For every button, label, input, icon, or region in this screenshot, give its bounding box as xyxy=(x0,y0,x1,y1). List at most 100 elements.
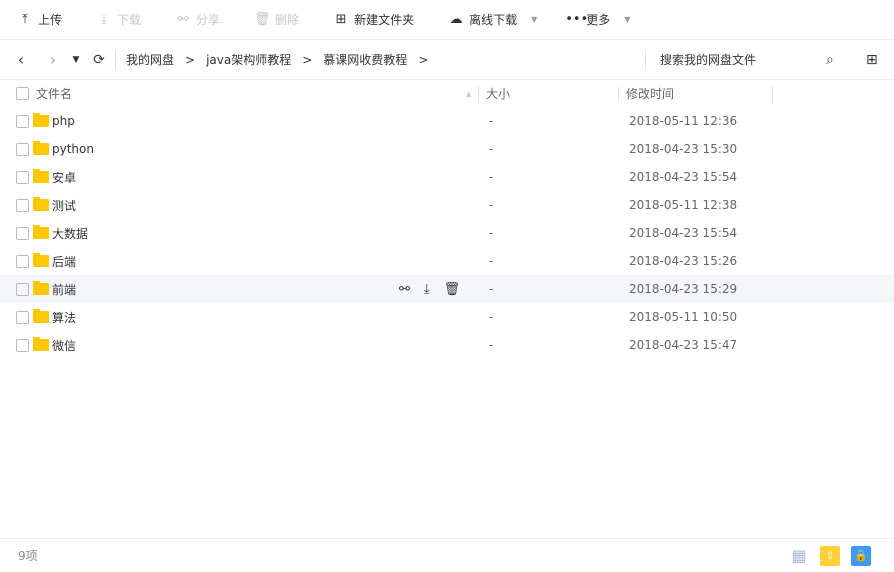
column-divider xyxy=(772,85,773,102)
table-row[interactable]: 算法 - 2018-05-11 10:50 xyxy=(0,303,894,331)
row-checkbox[interactable] xyxy=(16,198,29,212)
download-icon: ⤓ xyxy=(101,12,107,27)
file-size: - xyxy=(489,170,494,184)
file-time: 2018-05-11 10:50 xyxy=(629,310,738,324)
trash-icon[interactable]: 🗑 xyxy=(444,282,461,297)
breadcrumb-item[interactable]: 慕课网收费教程 xyxy=(323,51,407,68)
file-size: - xyxy=(489,254,494,268)
row-checkbox[interactable] xyxy=(16,142,29,156)
upload-folder-icon[interactable]: ⇧ xyxy=(820,546,840,566)
column-time[interactable]: 修改时间 xyxy=(626,85,674,102)
file-time: 2018-04-23 15:29 xyxy=(629,282,738,296)
column-size[interactable]: 大小 xyxy=(486,85,510,102)
folder-icon xyxy=(33,281,49,295)
table-row[interactable]: 后端 - 2018-04-23 15:26 xyxy=(0,247,894,275)
file-size: - xyxy=(489,142,494,156)
table-row[interactable]: php - 2018-05-11 12:36 xyxy=(0,107,894,135)
share-button[interactable]: ⚯ 分享 xyxy=(175,11,220,28)
file-name[interactable]: python xyxy=(52,142,94,156)
table-row[interactable]: 大数据 - 2018-04-23 15:54 xyxy=(0,219,894,247)
breadcrumb-item[interactable]: 我的网盘 xyxy=(126,51,174,68)
file-size: - xyxy=(489,114,494,128)
row-checkbox[interactable] xyxy=(16,282,29,296)
search-icon[interactable]: ⌕ xyxy=(826,52,834,68)
share-icon[interactable]: ⚯ xyxy=(399,282,410,297)
download-icon[interactable]: ⤓ xyxy=(424,282,430,297)
file-time: 2018-04-23 15:54 xyxy=(629,170,738,184)
sort-icon[interactable]: ▲ xyxy=(466,90,471,98)
new-folder-label: 新建文件夹 xyxy=(354,13,415,27)
refresh-icon[interactable]: ⟳ xyxy=(83,52,115,68)
file-size: - xyxy=(489,338,494,352)
file-name[interactable]: 测试 xyxy=(52,197,76,214)
file-name[interactable]: php xyxy=(52,114,75,128)
table-row[interactable]: 安卓 - 2018-04-23 15:54 xyxy=(0,163,894,191)
row-checkbox[interactable] xyxy=(16,254,29,268)
column-divider xyxy=(478,85,479,102)
file-size: - xyxy=(489,226,494,240)
navigation-bar: ‹ › ▼ ⟳ 我的网盘 > java架构师教程 > 慕课网收费教程 > 搜索我的网盘… xyxy=(0,40,894,80)
breadcrumb: 我的网盘 > java架构师教程 > 慕课网收费教程 > xyxy=(115,50,439,69)
forward-icon[interactable]: › xyxy=(37,50,69,69)
lock-icon[interactable]: 🔒 xyxy=(851,546,871,566)
upload-icon: ⤒ xyxy=(22,12,28,27)
file-time: 2018-04-23 15:54 xyxy=(629,226,738,240)
select-all-checkbox[interactable] xyxy=(16,87,29,100)
folder-icon xyxy=(33,225,49,239)
download-label: 下载 xyxy=(117,13,142,27)
file-name[interactable]: 前端 xyxy=(52,281,76,298)
upload-button[interactable]: ⤒ 上传 xyxy=(17,11,62,28)
file-list: php - 2018-05-11 12:36 python - 2018-04-… xyxy=(0,107,894,359)
back-icon[interactable]: ‹ xyxy=(5,50,37,69)
trash-icon: 🗑 xyxy=(254,12,271,27)
breadcrumb-separator: > xyxy=(302,52,313,67)
file-size: - xyxy=(489,310,494,324)
delete-label: 删除 xyxy=(275,13,300,27)
table-row[interactable]: 前端 ⚯ ⤓ 🗑 - 2018-04-23 15:29 xyxy=(0,275,894,303)
table-row[interactable]: 微信 - 2018-04-23 15:47 xyxy=(0,331,894,359)
row-checkbox[interactable] xyxy=(16,310,29,324)
new-folder-button[interactable]: ⊞ 新建文件夹 xyxy=(333,11,414,28)
history-dropdown-icon[interactable]: ▼ xyxy=(69,55,83,65)
toolbar: ⤒ 上传 ⤓ 下载 ⚯ 分享 🗑 删除 ⊞ 新建文件夹 ☁ 离线下载 ▼ ••• 更多 ▼ xyxy=(0,0,894,40)
folder-icon xyxy=(33,197,49,211)
file-time: 2018-04-23 15:26 xyxy=(629,254,738,268)
file-name[interactable]: 微信 xyxy=(52,337,76,354)
offline-download-button[interactable]: ☁ 离线下载 xyxy=(448,11,518,28)
file-name[interactable]: 后端 xyxy=(52,253,76,270)
file-time: 2018-04-23 15:47 xyxy=(629,338,738,352)
file-time: 2018-05-11 12:36 xyxy=(629,114,738,128)
breadcrumb-separator: > xyxy=(185,52,196,67)
delete-button[interactable]: 🗑 删除 xyxy=(254,11,299,28)
row-checkbox[interactable] xyxy=(16,114,29,128)
search-input[interactable]: 搜索我的网盘文件 xyxy=(645,50,756,69)
offline-download-label: 离线下载 xyxy=(469,13,518,27)
row-checkbox[interactable] xyxy=(16,226,29,240)
row-checkbox[interactable] xyxy=(16,338,29,352)
share-icon: ⚯ xyxy=(177,12,189,27)
folder-icon xyxy=(33,141,49,155)
file-size: - xyxy=(489,198,494,212)
file-name[interactable]: 算法 xyxy=(52,309,76,326)
row-checkbox[interactable] xyxy=(16,170,29,184)
more-dropdown-icon[interactable]: ▼ xyxy=(624,15,630,24)
table-row[interactable]: python - 2018-04-23 15:30 xyxy=(0,135,894,163)
column-name[interactable]: 文件名 xyxy=(36,85,72,102)
row-actions: ⚯ ⤓ 🗑 xyxy=(399,282,460,297)
file-name[interactable]: 大数据 xyxy=(52,225,88,242)
file-size: - xyxy=(489,282,494,296)
breadcrumb-item[interactable]: java架构师教程 xyxy=(206,51,291,68)
offline-dropdown-icon[interactable]: ▼ xyxy=(531,15,537,24)
more-icon: ••• xyxy=(565,12,589,27)
more-button[interactable]: ••• 更多 xyxy=(565,11,610,28)
table-row[interactable]: 测试 - 2018-05-11 12:38 xyxy=(0,191,894,219)
new-folder-icon: ⊞ xyxy=(335,12,347,27)
apps-icon[interactable]: ▦ xyxy=(789,546,809,566)
item-count: 9项 xyxy=(18,549,38,563)
upload-label: 上传 xyxy=(38,13,63,27)
download-button[interactable]: ⤓ 下载 xyxy=(96,11,141,28)
table-header: 文件名 ▲ 大小 修改时间 xyxy=(0,80,894,107)
folder-icon xyxy=(33,309,49,323)
file-name[interactable]: 安卓 xyxy=(52,169,76,186)
grid-view-icon[interactable]: ⊞ xyxy=(866,52,878,68)
